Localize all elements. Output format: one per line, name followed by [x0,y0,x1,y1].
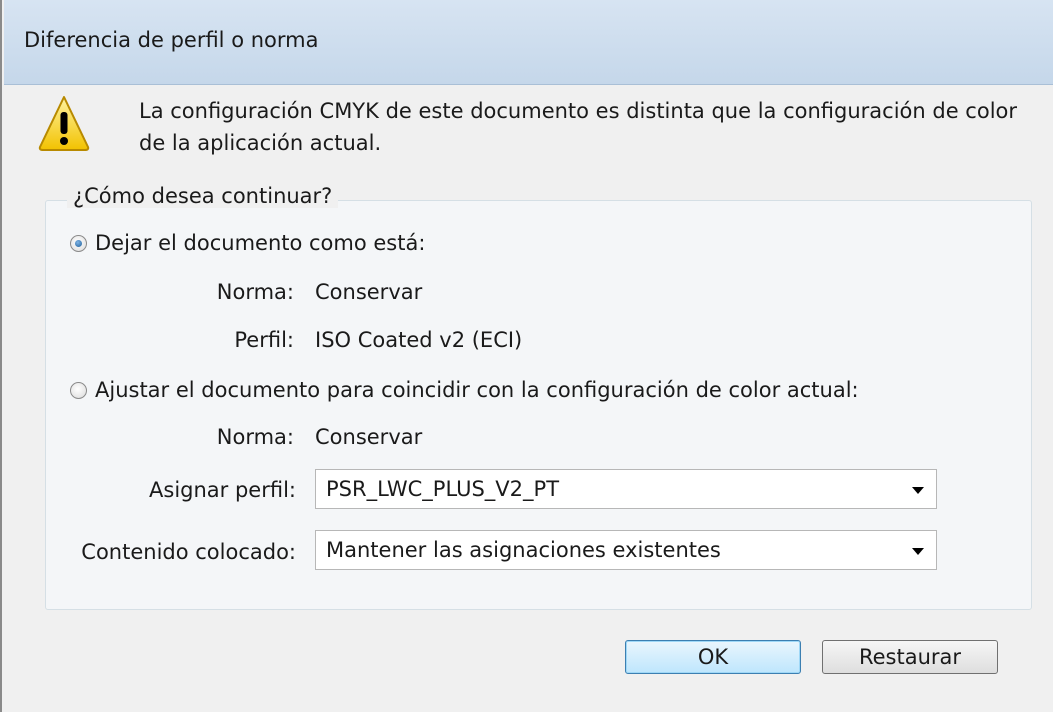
keep-profile-label: Perfil: [234,328,294,352]
assign-profile-select[interactable]: PSR_LWC_PLUS_V2_PT [315,469,937,509]
group-legend: ¿Cómo desea continuar? [67,184,339,208]
ok-button[interactable]: OK [625,640,801,674]
keep-profile-value: ISO Coated v2 (ECI) [315,328,523,352]
radio-button-unselected[interactable] [70,381,87,399]
assign-profile-label: Asignar perfil: [149,478,296,502]
placed-content-value: Mantener las asignaciones existentes [326,538,721,562]
warning-icon [38,96,90,151]
assign-profile-value: PSR_LWC_PLUS_V2_PT [326,477,560,501]
message-text: La configuración CMYK de este documento … [139,99,1018,155]
chevron-down-icon [912,548,924,555]
keep-policy-label: Norma: [216,280,294,304]
title-bar[interactable]: Diferencia de perfil o norma [4,0,1053,85]
adjust-policy-value: Conservar [315,425,423,449]
dialog-window: Diferencia de perfil o norma La configur… [0,0,1053,712]
placed-content-select[interactable]: Mantener las asignaciones existentes [315,530,937,570]
adjust-policy-label: Norma: [216,425,294,449]
radio-adjust-label: Ajustar el documento para coincidir con … [95,378,859,402]
reset-button[interactable]: Restaurar [822,640,998,674]
radio-keep-document[interactable]: Dejar el documento como está: [70,231,425,255]
keep-policy-value: Conservar [315,280,423,304]
radio-button-selected[interactable] [70,234,87,252]
placed-content-label: Contenido colocado: [81,540,296,564]
radio-keep-label: Dejar el documento como está: [95,231,426,255]
chevron-down-icon [912,487,924,494]
radio-adjust-document[interactable]: Ajustar el documento para coincidir con … [70,378,859,402]
dialog-title: Diferencia de perfil o norma [24,28,319,52]
